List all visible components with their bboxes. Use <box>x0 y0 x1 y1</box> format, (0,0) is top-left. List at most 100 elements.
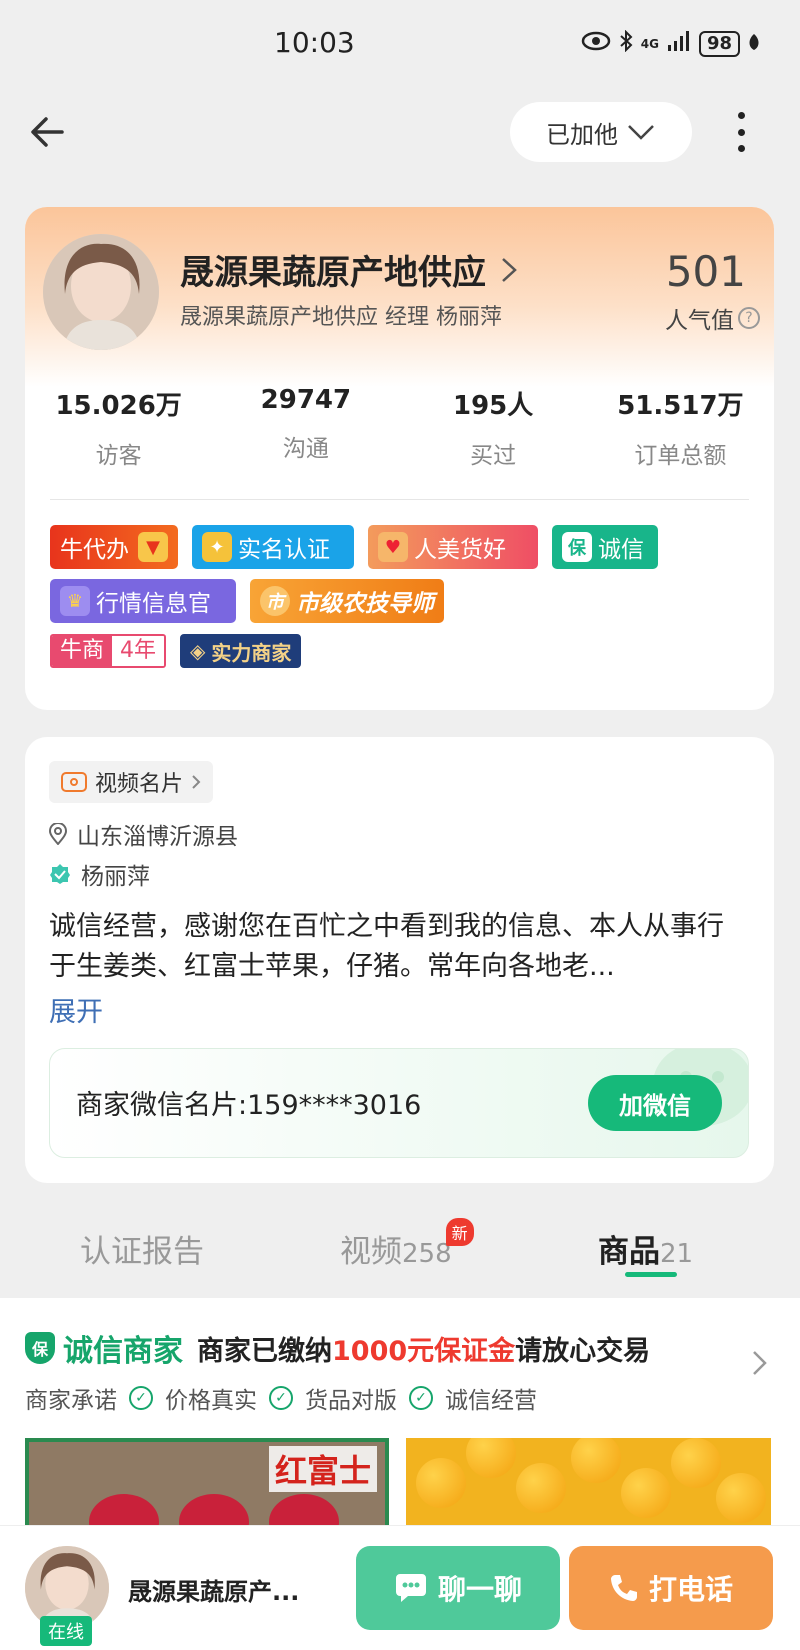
badge-years: 4年 <box>112 636 165 666</box>
verified-shield-icon: ✦ <box>202 532 232 562</box>
divider <box>50 499 749 500</box>
tab-label: 认证报告 <box>80 1234 204 1270</box>
popularity-value: 501 <box>665 247 746 296</box>
tab-label: 商品 <box>598 1234 660 1270</box>
orange-shape <box>466 1438 516 1478</box>
orange-shape <box>671 1438 721 1488</box>
wechat-card: 商家微信名片:159****3016 加微信 <box>49 1048 749 1158</box>
badge-label: 行情信息官 <box>96 591 211 617</box>
expand-link[interactable]: 展开 <box>49 990 103 1029</box>
badge-label: 实名认证 <box>238 537 330 563</box>
chat-label: 聊一聊 <box>437 1573 522 1606</box>
stat-communications: 29747 沟通 <box>212 385 399 470</box>
video-card-button[interactable]: 视频名片 <box>49 761 214 803</box>
product-image-label: 红富士 <box>268 1446 377 1492</box>
guarantee-text-post: 请放心交易 <box>515 1335 651 1367</box>
status-icons: 4G 98 <box>581 29 760 57</box>
location-row: 山东淄博沂源县 <box>49 817 238 851</box>
verified-icon <box>50 864 70 884</box>
tab-certification-report[interactable]: 认证报告 <box>80 1226 204 1271</box>
orange-shape <box>716 1473 766 1523</box>
bottom-shop-name[interactable]: 晟源果蔬原产... <box>128 1572 299 1607</box>
stat-value: 29747 <box>260 385 352 415</box>
help-icon[interactable]: ? <box>738 307 760 329</box>
badge-market-info[interactable]: ♛ 行情信息官 <box>50 579 236 623</box>
guarantee-banner[interactable]: 保 诚信商家 商家已缴纳 1000元保证金 请放心交易 商家承诺 ✓ 价格真实 ✓ … <box>0 1298 800 1438</box>
stats-row: 15.026万 访客 29747 沟通 195人 买过 51.517万 订单总额 <box>25 385 774 470</box>
diamond-icon: ◈ <box>190 639 206 663</box>
tab-count: 258 <box>402 1239 452 1269</box>
guarantee-amount: 1000元保证金 <box>332 1335 516 1367</box>
badge-city-tech[interactable]: 市 市级农技导师 <box>250 579 444 623</box>
chevron-right-icon <box>502 257 517 282</box>
badges: 牛代办 ▼ ✦ 实名认证 ♥ 人美货好 保 诚信 ♛ 行情信息官 市 市级农技导… <box>50 525 750 679</box>
camera-icon <box>61 772 87 792</box>
network-label: 4G <box>640 36 659 51</box>
back-arrow-icon[interactable] <box>28 112 68 152</box>
badge-real-name[interactable]: ✦ 实名认证 <box>192 525 354 569</box>
stat-label: 访客 <box>95 443 142 469</box>
popularity-label-text: 人气值 <box>665 308 734 334</box>
shield-icon: 保 <box>25 1332 55 1364</box>
tab-videos[interactable]: 视频258 新 <box>340 1218 474 1271</box>
tab-products[interactable]: 商品21 <box>598 1226 693 1271</box>
stat-value: 195人 <box>452 391 534 421</box>
badge-niudaiban[interactable]: 牛代办 ▼ <box>50 525 178 569</box>
promise-label: 商家承诺 <box>25 1388 117 1414</box>
tab-label: 视频 <box>340 1234 402 1270</box>
tab-active-indicator <box>625 1272 677 1277</box>
guarantee-title-row: 保 诚信商家 商家已缴纳 1000元保证金 请放心交易 <box>25 1326 650 1370</box>
stat-label: 订单总额 <box>634 443 727 469</box>
tab-count: 21 <box>660 1239 694 1269</box>
stat-label: 买过 <box>470 443 517 469</box>
name-row: 杨丽萍 <box>49 857 150 891</box>
chevron-right-icon <box>753 1351 767 1375</box>
badge-chengxin[interactable]: 保 诚信 <box>552 525 658 569</box>
chat-bubble-icon <box>395 1574 426 1602</box>
shield-icon: 保 <box>562 532 592 562</box>
product-card-orange[interactable] <box>406 1438 771 1530</box>
bottom-action-bar: 在线 晟源果蔬原产... 聊一聊 打电话 <box>0 1525 800 1650</box>
stat-value: 15.026万 <box>55 391 182 421</box>
video-card-label: 视频名片 <box>95 772 184 797</box>
status-time: 10:03 <box>274 26 355 59</box>
badge-row: 牛商 4年 ◈ 实力商家 <box>50 633 750 669</box>
battery-indicator: 98 <box>698 30 740 57</box>
badge-label: 诚信 <box>598 537 644 563</box>
badge-row: 牛代办 ▼ ✦ 实名认证 ♥ 人美货好 保 诚信 <box>50 525 750 569</box>
flag-icon: ▼ <box>138 532 168 562</box>
badge-row: ♛ 行情信息官 市 市级农技导师 <box>50 579 750 623</box>
badge-niushang[interactable]: 牛商 4年 <box>50 634 167 668</box>
promise-item: 货品对版 <box>305 1388 397 1414</box>
crown-icon: ♛ <box>60 586 90 616</box>
avatar[interactable] <box>43 234 159 350</box>
owner-name: 杨丽萍 <box>81 864 150 890</box>
promise-item: 价格真实 <box>165 1388 257 1414</box>
badge-strength[interactable]: ◈ 实力商家 <box>180 634 302 668</box>
stat-label: 沟通 <box>282 436 329 462</box>
tab-bar: 认证报告 视频258 新 商品21 <box>0 1208 800 1298</box>
badge-label: 实力商家 <box>211 640 292 665</box>
badge-label: 市级农技导师 <box>296 591 434 617</box>
signal-icon <box>667 31 691 56</box>
stat-value: 51.517万 <box>617 391 744 421</box>
chat-button[interactable]: 聊一聊 <box>356 1546 560 1630</box>
product-card-apple[interactable]: 红富士 <box>25 1438 389 1530</box>
follow-button[interactable]: 已加他 <box>510 102 692 162</box>
check-icon: ✓ <box>269 1386 293 1410</box>
more-options-icon[interactable] <box>726 108 756 156</box>
popularity-label[interactable]: 人气值 ? <box>665 301 760 335</box>
info-card: 视频名片 山东淄博沂源县 杨丽萍 诚信经营，感谢您在百忙之中看到我的信息、本人从… <box>25 737 774 1183</box>
promise-item: 诚信经营 <box>445 1388 537 1414</box>
guarantee-title: 诚信商家 <box>63 1334 183 1369</box>
add-wechat-button[interactable]: 加微信 <box>588 1075 722 1131</box>
nav-bar: 已加他 <box>0 100 800 164</box>
promise-row: 商家承诺 ✓ 价格真实 ✓ 货品对版 ✓ 诚信经营 <box>25 1381 537 1415</box>
call-button[interactable]: 打电话 <box>569 1546 773 1630</box>
orange-shape <box>516 1463 566 1513</box>
shop-name-link[interactable]: 晟源果蔬原产地供应 <box>180 245 518 294</box>
badge-renmei[interactable]: ♥ 人美货好 <box>368 525 538 569</box>
badge-label: 人美货好 <box>414 537 506 563</box>
online-status-badge: 在线 <box>40 1616 92 1646</box>
description: 诚信经营，感谢您在百忙之中看到我的信息、本人从事行于生姜类、红富士苹果，仔猪。常… <box>49 911 724 982</box>
